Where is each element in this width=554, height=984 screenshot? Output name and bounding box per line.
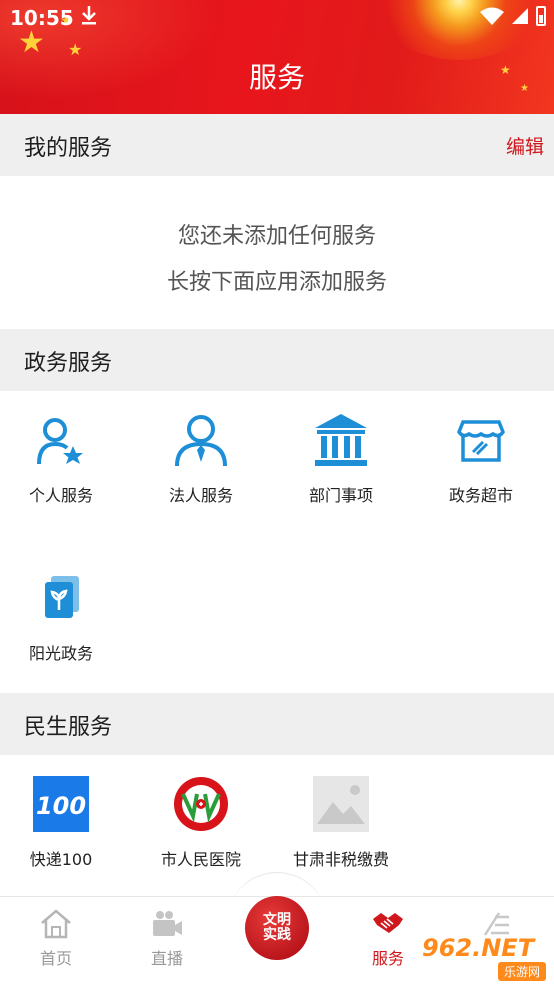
battery-icon bbox=[536, 6, 546, 26]
grid-item-label: 法人服务 bbox=[168, 486, 233, 505]
gov-services-title: 政务服务 bbox=[24, 351, 113, 376]
signal-icon bbox=[512, 8, 528, 24]
personal-service-item[interactable]: 个人服务 bbox=[0, 412, 126, 506]
gov-supermarket-item[interactable]: 政务超市 bbox=[416, 412, 546, 506]
businessman-icon bbox=[175, 415, 227, 467]
hospital-logo bbox=[174, 777, 228, 831]
nav-label: 直播 bbox=[150, 949, 183, 968]
kuaidi100-item[interactable]: 100 快递100 bbox=[0, 776, 126, 870]
my-services-header: 我的服务 编辑 bbox=[0, 114, 554, 176]
sprout-book-icon bbox=[45, 576, 79, 618]
site-watermark: 962.NET 乐游网 bbox=[416, 934, 550, 981]
grid-item-label: 甘肃非税缴费 bbox=[292, 850, 389, 869]
legal-person-service-item[interactable]: 法人服务 bbox=[136, 412, 266, 506]
nav-home[interactable]: 首页 bbox=[16, 907, 96, 969]
badge-line2: 实践 bbox=[263, 927, 291, 943]
grid-item-label: 个人服务 bbox=[28, 486, 93, 505]
status-icons bbox=[480, 6, 546, 26]
badge-line1: 文明 bbox=[263, 911, 291, 928]
page-title: 服务 bbox=[248, 61, 305, 94]
storefront-icon bbox=[457, 420, 505, 462]
watermark-main: 962.NET bbox=[422, 934, 535, 962]
grid-item-label: 快递100 bbox=[29, 850, 93, 869]
status-time: 10:55 bbox=[10, 6, 74, 30]
my-services-title: 我的服务 bbox=[24, 136, 113, 161]
video-camera-icon bbox=[153, 911, 182, 936]
edit-button[interactable]: 编辑 bbox=[506, 132, 544, 159]
nav-live[interactable]: 直播 bbox=[127, 907, 207, 969]
livelihood-services-header: 民生服务 bbox=[0, 693, 554, 755]
grid-item-label: 市人民医院 bbox=[160, 850, 241, 869]
handshake-icon bbox=[373, 913, 403, 933]
nav-label: 首页 bbox=[39, 949, 72, 968]
home-icon bbox=[41, 909, 71, 939]
civilization-practice-badge[interactable]: 文明 实践 bbox=[245, 896, 309, 960]
gansu-non-tax-payment-item[interactable]: 甘肃非税缴费 bbox=[276, 776, 406, 870]
grid-item-label: 政务超市 bbox=[448, 486, 513, 505]
empty-message-line1: 您还未添加任何服务 bbox=[177, 224, 376, 249]
person-star-icon bbox=[37, 418, 83, 465]
app-header: ★ ★ ★ ★ ★ 10:55 服务 bbox=[0, 0, 554, 114]
department-matters-item[interactable]: 部门事项 bbox=[276, 412, 406, 506]
star-icon: ★ bbox=[18, 25, 45, 60]
grid-item-label: 部门事项 bbox=[308, 486, 373, 505]
grid-item-label: 阳光政务 bbox=[28, 644, 93, 663]
svg-text:100: 100 bbox=[36, 792, 86, 820]
kuaidi100-logo: 100 bbox=[33, 776, 89, 832]
watermark-sub: 乐游网 bbox=[497, 962, 546, 981]
government-building-icon bbox=[315, 414, 367, 466]
image-placeholder-icon bbox=[313, 776, 369, 832]
wifi-icon bbox=[480, 7, 504, 25]
download-icon bbox=[80, 4, 98, 31]
city-hospital-item[interactable]: 市人民医院 bbox=[136, 776, 266, 870]
gov-services-header: 政务服务 bbox=[0, 329, 554, 391]
sunshine-gov-item[interactable]: 阳光政务 bbox=[0, 570, 126, 664]
livelihood-services-title: 民生服务 bbox=[24, 715, 113, 740]
empty-message-line2: 长按下面应用添加服务 bbox=[166, 270, 387, 295]
